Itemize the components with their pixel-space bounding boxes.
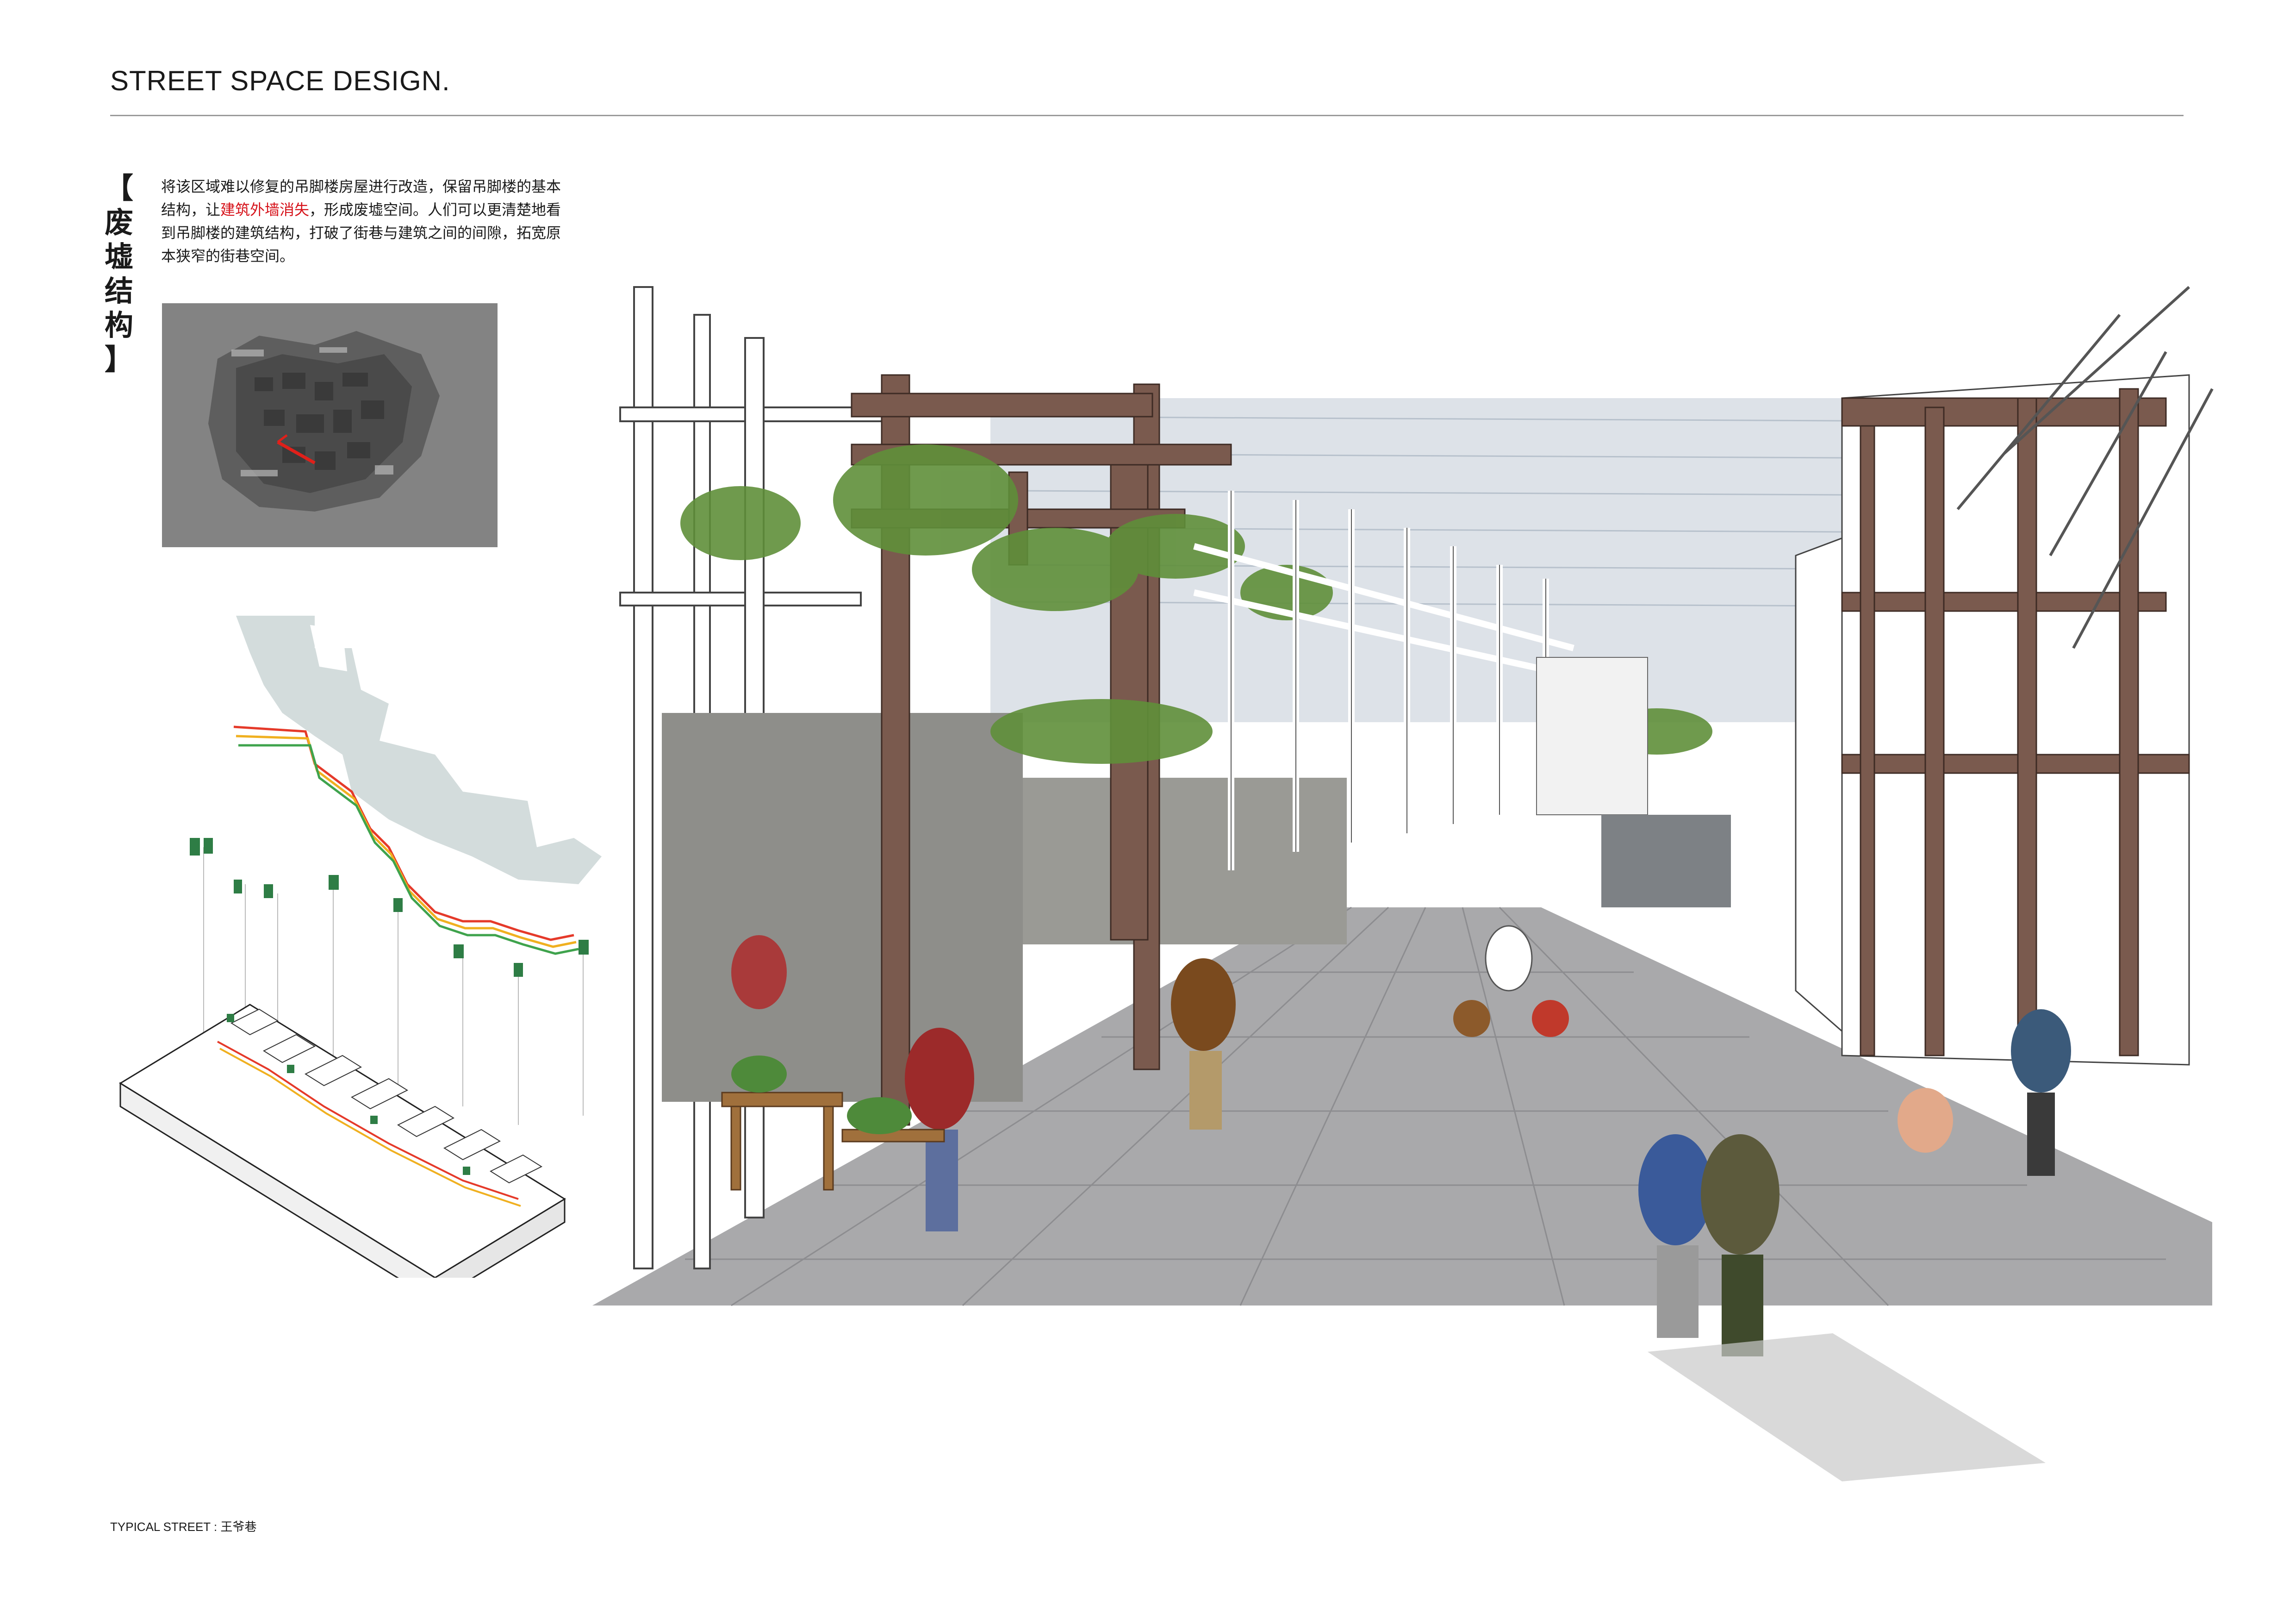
- street-perspective-rendering: [592, 286, 2214, 1481]
- page-title: STREET SPACE DESIGN.: [110, 65, 450, 96]
- footer-caption: TYPICAL STREET : 王爷巷: [110, 1520, 257, 1534]
- vtitle-char: 】: [104, 343, 133, 376]
- vtitle-char: 墟: [104, 240, 133, 274]
- vtitle-char: 构: [104, 308, 133, 342]
- vtitle-char: 废: [104, 206, 133, 239]
- header-divider: [110, 115, 2184, 116]
- section-vertical-title: 【 废 墟 结 构 】: [103, 171, 135, 377]
- section-description: 将该区域难以修复的吊脚楼房屋进行改造，保留吊脚楼的基本结构，让建筑外墙消失，形成…: [161, 175, 568, 268]
- description-highlight: 建筑外墙消失: [220, 201, 310, 219]
- aerial-site-map: [162, 303, 498, 547]
- axonometric-diagram: [119, 616, 602, 1278]
- vtitle-char: 结: [104, 274, 133, 308]
- vtitle-char: 【: [104, 171, 133, 205]
